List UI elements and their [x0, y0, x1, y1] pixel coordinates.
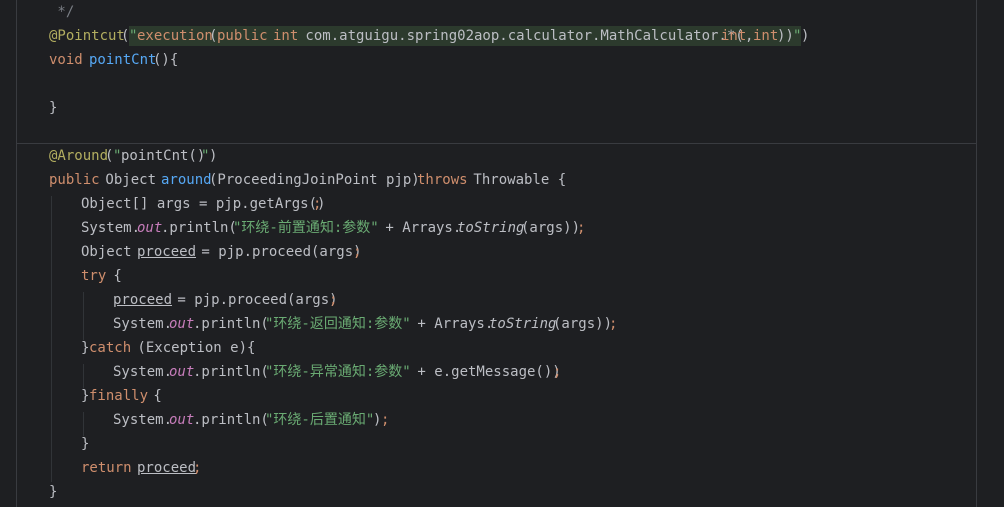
code-token: com.atguigu.spring02aop.calculator.MathC…: [297, 28, 744, 44]
code-token: ): [801, 28, 810, 44]
code-token: + Arrays.: [377, 220, 462, 236]
code-line: proceed = pjp.proceed(args);: [0, 288, 960, 312]
code-line: } finally {: [0, 384, 960, 408]
code-line: }: [0, 432, 960, 456]
code-line: Object proceed = pjp.proceed(args);: [0, 240, 960, 264]
code-token: void: [49, 52, 83, 68]
code-token: proceed: [137, 460, 197, 476]
code-token: pointCnt: [89, 52, 157, 68]
code-token: proceed: [137, 244, 197, 260]
code-token: (ProceedingJoinPoint pjp): [209, 172, 429, 188]
code-line: }: [0, 480, 960, 504]
code-token: "环绕-返回通知:参数": [265, 316, 411, 332]
code-token: + e.getMessage()): [409, 364, 561, 380]
code-token: out: [137, 220, 163, 236]
code-token: System.: [81, 220, 141, 236]
code-token: execution: [137, 28, 213, 44]
code-token: (){: [153, 52, 179, 68]
editor-right-margin: [976, 0, 977, 507]
code-token: @Around: [49, 148, 109, 164]
code-token: {: [145, 388, 162, 404]
code-token: Object: [81, 244, 141, 260]
code-token: pointCnt(): [121, 148, 206, 164]
code-line: try {: [0, 264, 960, 288]
code-token: )): [777, 28, 794, 44]
code-token: "环绕-后置通知": [265, 412, 375, 428]
code-token: = pjp.proceed(args): [169, 292, 338, 308]
code-token: (Exception e){: [129, 340, 256, 356]
code-token: out: [169, 364, 195, 380]
code-token: ;: [609, 316, 618, 332]
code-token: ;: [577, 220, 586, 236]
code-token: System.: [113, 364, 173, 380]
code-token: return: [81, 460, 132, 476]
code-token: ;: [193, 460, 202, 476]
code-token: .println(: [193, 364, 269, 380]
code-token: (args)): [553, 316, 613, 332]
code-token: toString: [489, 316, 557, 332]
code-token: ;: [313, 196, 322, 212]
code-token: + Arrays.: [409, 316, 494, 332]
code-line: */: [0, 0, 960, 24]
code-line: System. out .println("环绕-后置通知");: [0, 408, 960, 432]
code-token: }: [49, 100, 58, 116]
code-token: .println(: [193, 316, 269, 332]
code-line: return proceed;: [0, 456, 960, 480]
code-token: {: [105, 268, 122, 284]
code-token: System.: [113, 316, 173, 332]
code-token: ;: [553, 364, 562, 380]
code-token: try: [81, 268, 107, 284]
code-token: .println(: [193, 412, 269, 428]
code-token: ;: [329, 292, 338, 308]
code-line: public Object around (ProceedingJoinPoint…: [0, 168, 960, 192]
code-token: int: [273, 28, 299, 44]
code-token: out: [169, 316, 195, 332]
code-line: System. out .println("环绕-返回通知:参数" + Arrays…: [0, 312, 960, 336]
code-line: System. out .println("环绕-前置通知:参数" + Arrays…: [0, 216, 960, 240]
code-token: finally: [89, 388, 149, 404]
code-token: ;: [381, 412, 390, 428]
code-token: public: [49, 172, 100, 188]
code-token: int: [721, 28, 747, 44]
code-line: @Around(" pointCnt() "): [0, 144, 960, 168]
code-token: ;: [353, 244, 362, 260]
code-token: around: [161, 172, 212, 188]
code-line: void pointCnt(){: [0, 48, 960, 72]
code-token: }: [49, 484, 58, 500]
code-editor[interactable]: */ @Pointcut(" execution(public int com.at…: [0, 0, 1004, 507]
code-line: @Pointcut(" execution(public int com.atgu…: [0, 24, 960, 48]
code-line: } catch (Exception e){: [0, 336, 960, 360]
code-line: System. out .println("环绕-异常通知:参数" + e.getM…: [0, 360, 960, 384]
code-token: "环绕-前置通知:参数": [233, 220, 379, 236]
code-line: }: [0, 96, 960, 120]
code-token: toString: [457, 220, 525, 236]
code-line: Object[] args = pjp.getArgs();: [0, 192, 960, 216]
code-token: int: [753, 28, 779, 44]
code-token: throws: [417, 172, 468, 188]
code-token: ): [209, 148, 218, 164]
code-token: Object[] args = pjp.getArgs(): [81, 196, 326, 212]
code-token: @Pointcut: [49, 28, 125, 44]
code-token: */: [49, 4, 75, 20]
code-token: = pjp.proceed(args): [193, 244, 362, 260]
code-token: "环绕-异常通知:参数": [265, 364, 411, 380]
code-token: (args)): [521, 220, 581, 236]
code-token: Object: [97, 172, 165, 188]
code-token: out: [169, 412, 195, 428]
code-token: proceed: [113, 292, 173, 308]
code-token: catch: [89, 340, 132, 356]
code-token: System.: [113, 412, 173, 428]
code-token: public: [217, 28, 268, 44]
code-token: .println(: [161, 220, 237, 236]
code-token: Throwable {: [465, 172, 567, 188]
code-token: }: [81, 436, 90, 452]
